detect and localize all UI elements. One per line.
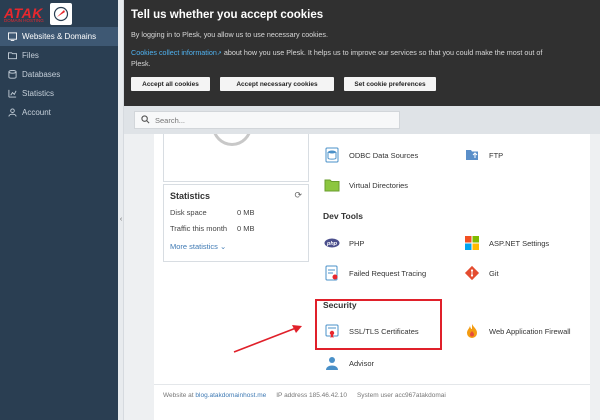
tool-aspnet-settings[interactable]: ASP.NET Settings xyxy=(463,234,549,252)
tool-git[interactable]: Git xyxy=(463,264,499,282)
sidebar-item-label: Websites & Domains xyxy=(22,32,97,41)
footer-user-value: acc967atakdomai xyxy=(394,392,446,399)
footer-user-label: System user xyxy=(356,392,394,399)
git-icon xyxy=(463,264,481,282)
accept-necessary-cookies-button[interactable]: Accept necessary cookies xyxy=(220,77,334,91)
tool-label: Git xyxy=(489,268,499,278)
footer-divider xyxy=(154,384,590,385)
footer-ip-label: IP address xyxy=(276,392,308,399)
refresh-icon[interactable]: ⟳ xyxy=(294,190,302,201)
footer-user: System user acc967atakdomai xyxy=(357,392,446,399)
cookie-text-info: Cookies collect information↗ about how y… xyxy=(131,48,561,69)
statistics-card: Statistics ⟳ Disk space 0 MB Traffic thi… xyxy=(163,184,309,262)
dev-tools-heading: Dev Tools xyxy=(323,211,363,221)
footer-ip-value: 185.46.42.10 xyxy=(309,392,347,399)
sidebar-item-files[interactable]: Files xyxy=(0,46,118,65)
sidebar-nav: Websites & Domains Files Databases Stati… xyxy=(0,27,118,122)
stat-row-disk: Disk space 0 MB xyxy=(170,208,302,217)
globe-icon xyxy=(7,32,17,42)
sidebar-item-account[interactable]: Account xyxy=(0,103,118,122)
tool-odbc-data-sources[interactable]: ODBC Data Sources xyxy=(323,146,418,164)
stat-row-traffic: Traffic this month 0 MB xyxy=(170,224,302,233)
tool-label: Virtual Directories xyxy=(349,180,409,190)
tool-label: Failed Request Tracing xyxy=(349,268,427,278)
stat-value: 0 MB xyxy=(237,208,255,217)
tool-label: FTP xyxy=(489,150,504,160)
tool-ftp[interactable]: FTP xyxy=(463,146,503,164)
tracing-icon xyxy=(323,264,341,282)
tools-panel: Statistics ⟳ Disk space 0 MB Traffic thi… xyxy=(154,134,590,420)
more-statistics-link[interactable]: More statistics ⌄ xyxy=(170,242,302,251)
main-content: Statistics ⟳ Disk space 0 MB Traffic thi… xyxy=(124,134,600,420)
folder-icon xyxy=(7,51,17,61)
tool-label: ODBC Data Sources xyxy=(349,150,419,160)
tool-label: Web Application Firewall xyxy=(489,326,571,336)
website-preview-card xyxy=(163,134,309,182)
sidebar-item-statistics[interactable]: Statistics xyxy=(0,84,118,103)
search-box xyxy=(134,111,400,129)
cookie-buttons: Accept all cookies Accept necessary cook… xyxy=(131,77,600,91)
user-icon xyxy=(7,108,17,118)
statistics-title: Statistics xyxy=(170,191,211,201)
tool-label: PHP xyxy=(349,238,365,248)
tool-label: ASP.NET Settings xyxy=(489,238,550,248)
annotation-arrow-icon xyxy=(233,325,302,353)
database-icon xyxy=(7,70,17,80)
sidebar: ATAK DOMAIN HOSTING Websites & Domains F… xyxy=(0,0,118,420)
stat-label: Disk space xyxy=(170,208,207,217)
footer-ip: IP address 185.46.42.10 xyxy=(276,392,347,399)
stat-value: 0 MB xyxy=(237,224,255,233)
firewall-flame-icon xyxy=(463,322,481,340)
chevron-down-icon: ⌄ xyxy=(220,242,227,251)
search-icon xyxy=(141,114,150,126)
search-input[interactable] xyxy=(155,115,385,125)
sidebar-item-label: Statistics xyxy=(22,89,55,98)
windows-icon xyxy=(463,234,481,252)
logo-subtitle: DOMAIN HOSTING xyxy=(4,17,44,23)
cookies-info-link[interactable]: Cookies collect information xyxy=(131,48,217,57)
tool-label: Advisor xyxy=(349,358,375,368)
svg-text:php: php xyxy=(326,241,338,247)
odbc-icon xyxy=(323,146,341,164)
sidebar-item-label: Account xyxy=(22,108,51,117)
tool-advisor[interactable]: Advisor xyxy=(323,354,374,372)
search-bar-row xyxy=(124,106,600,134)
logo-emblem-icon xyxy=(49,2,72,25)
advisor-icon xyxy=(323,354,341,372)
security-highlight-box xyxy=(315,299,442,350)
cookie-title: Tell us whether you accept cookies xyxy=(131,9,324,21)
tool-php[interactable]: php PHP xyxy=(323,234,364,252)
tool-web-application-firewall[interactable]: Web Application Firewall xyxy=(463,322,571,340)
tool-virtual-directories[interactable]: Virtual Directories xyxy=(323,176,408,194)
sidebar-item-websites-domains[interactable]: Websites & Domains xyxy=(0,27,118,46)
preview-placeholder-icon xyxy=(212,134,252,146)
logo[interactable]: ATAK DOMAIN HOSTING xyxy=(0,0,118,27)
cookie-text-necessary: By logging in to Plesk, you allow us to … xyxy=(131,30,328,39)
tool-failed-request-tracing[interactable]: Failed Request Tracing xyxy=(323,264,426,282)
sidebar-item-label: Databases xyxy=(22,70,61,79)
footer-website-label: Website at xyxy=(163,392,194,399)
chart-icon xyxy=(7,89,17,99)
stat-label: Traffic this month xyxy=(170,224,228,233)
page-footer: Website at blog.atakdomainhost.me IP add… xyxy=(163,392,446,399)
php-icon: php xyxy=(323,234,341,252)
accept-all-cookies-button[interactable]: Accept all cookies xyxy=(131,77,210,91)
sidebar-item-databases[interactable]: Databases xyxy=(0,65,118,84)
cookie-banner: Tell us whether you accept cookies By lo… xyxy=(124,0,600,106)
footer-website: Website at blog.atakdomainhost.me xyxy=(163,392,266,399)
more-statistics-label: More statistics xyxy=(170,242,218,251)
cookie-preferences-button[interactable]: Set cookie preferences xyxy=(344,77,436,91)
website-link[interactable]: blog.atakdomainhost.me xyxy=(195,392,266,399)
folder-icon xyxy=(323,176,341,194)
sidebar-item-label: Files xyxy=(22,51,39,60)
ftp-icon xyxy=(463,146,481,164)
